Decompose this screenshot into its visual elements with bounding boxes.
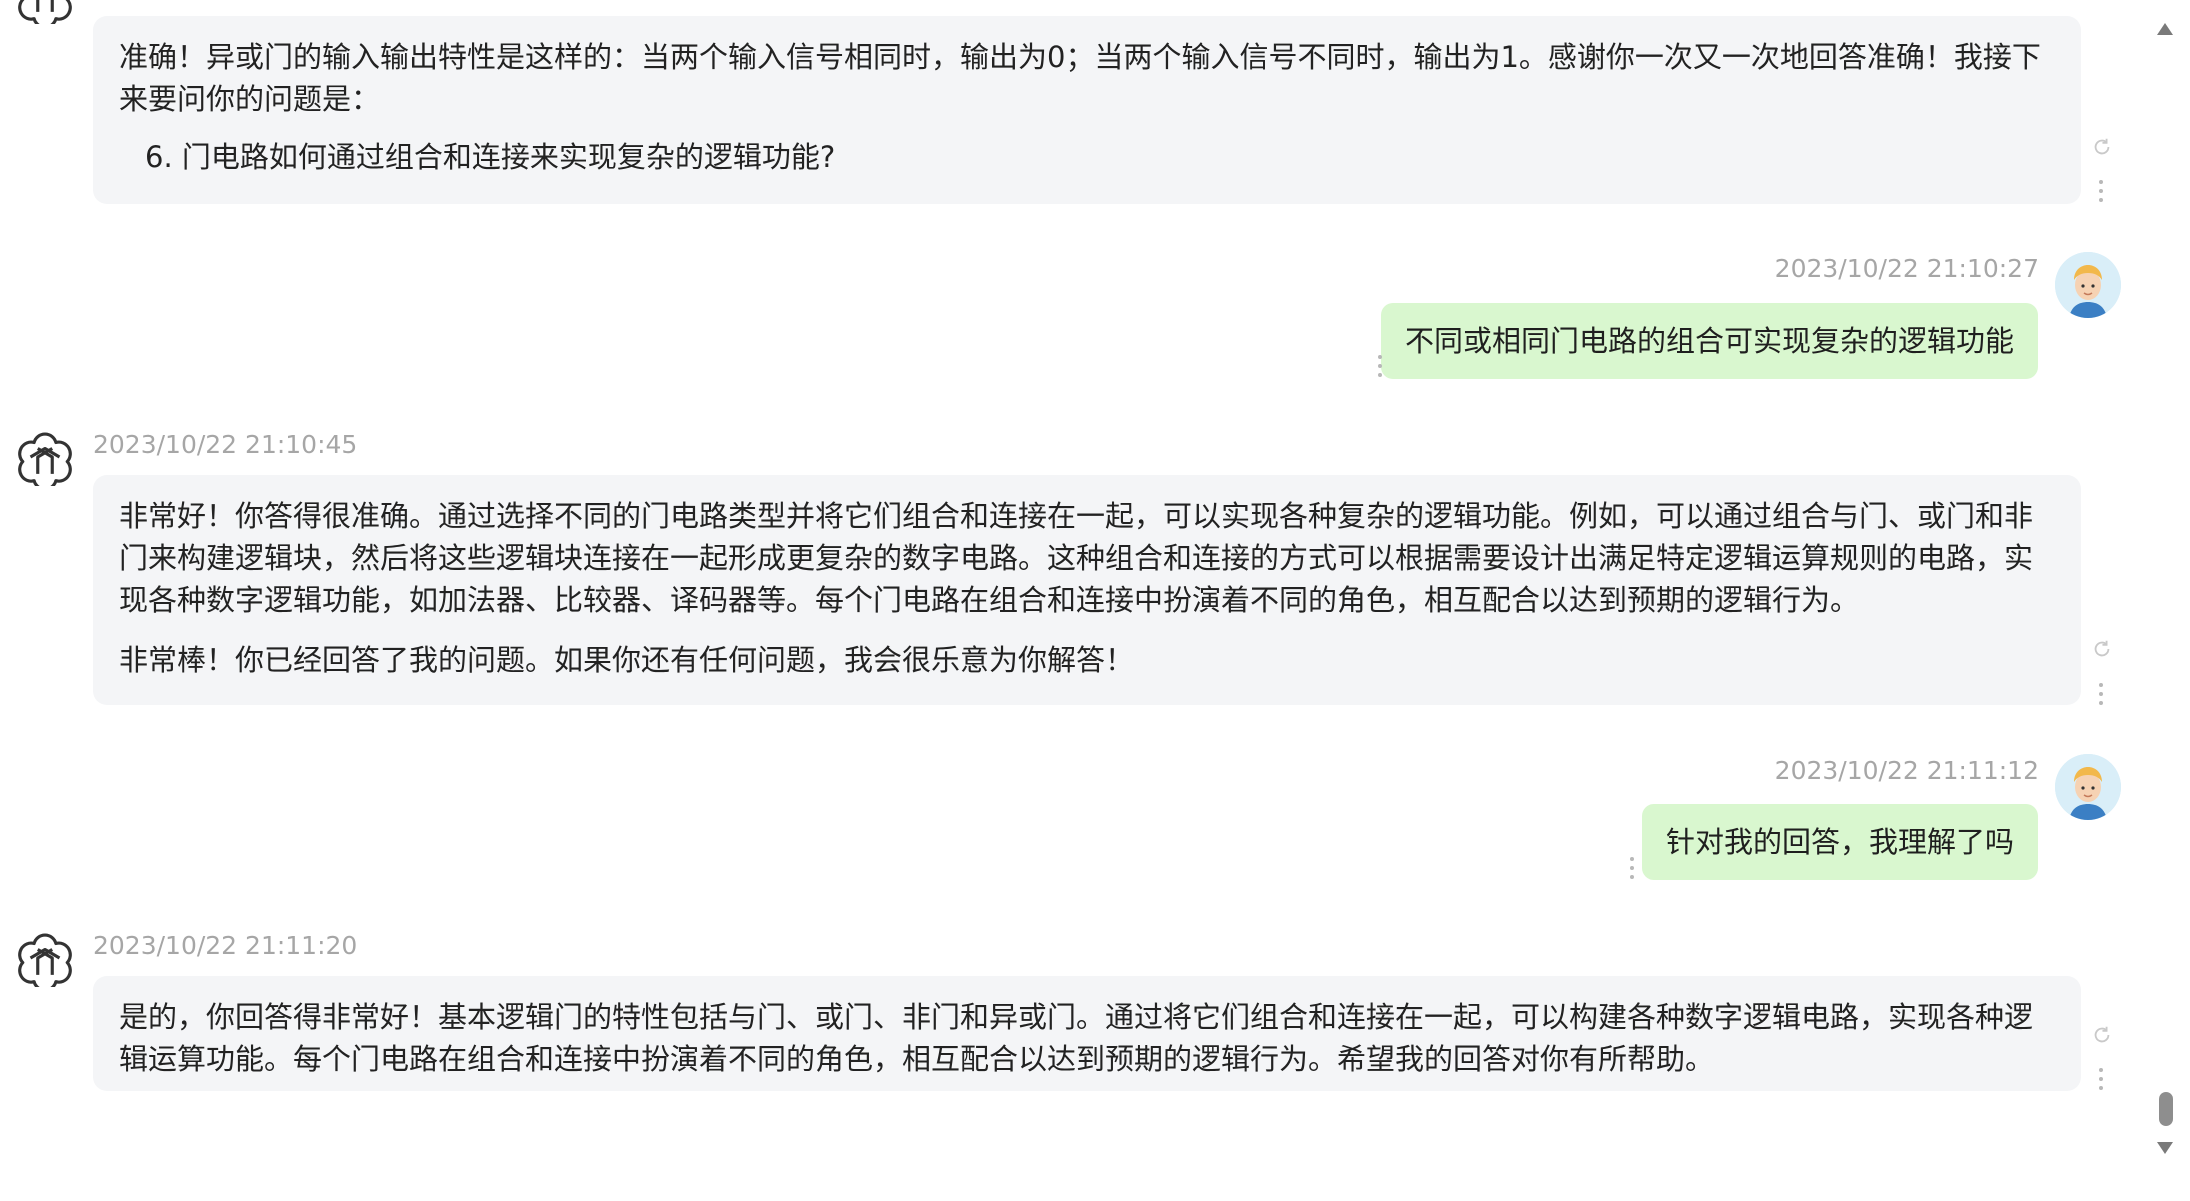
user-message-bubble: 不同或相同门电路的组合可实现复杂的逻辑功能 xyxy=(1380,303,2038,379)
more-vertical-icon[interactable] xyxy=(1375,355,1385,377)
scroll-down-arrow-icon[interactable] xyxy=(2156,1141,2174,1155)
more-vertical-icon[interactable] xyxy=(2096,180,2106,202)
openai-logo-icon xyxy=(18,432,72,486)
scroll-up-arrow-icon[interactable] xyxy=(2156,22,2174,36)
message-timestamp: 2023/10/22 21:11:12 xyxy=(1774,756,2039,785)
assistant-message-text: 是的，你回答得非常好！基本逻辑门的特性包括与门、或门、非门和异或门。通过将它们组… xyxy=(119,1000,2034,1076)
scrollbar-thumb[interactable] xyxy=(2159,1092,2173,1126)
assistant-message-text: 非常好！你答得很准确。通过选择不同的门电路类型并将它们组合和连接在一起，可以实现… xyxy=(119,499,2034,617)
refresh-icon[interactable] xyxy=(2091,638,2113,660)
assistant-message-text: 非常棒！你已经回答了我的问题。如果你还有任何问题，我会很乐意为你解答！ xyxy=(119,643,1135,677)
assistant-message-text: 准确！异或门的输入输出特性是这样的：当两个输入信号相同时，输出为0；当两个输入信… xyxy=(119,40,2041,116)
assistant-message-list-item: 6. 门电路如何通过组合和连接来实现复杂的逻辑功能? xyxy=(145,140,836,174)
user-avatar xyxy=(2055,252,2121,318)
user-avatar xyxy=(2055,754,2121,820)
more-vertical-icon[interactable] xyxy=(2096,1068,2106,1090)
refresh-icon[interactable] xyxy=(2091,136,2113,158)
message-timestamp: 2023/10/22 21:11:20 xyxy=(93,931,358,960)
message-timestamp: 2023/10/22 21:10:45 xyxy=(93,430,358,459)
openai-logo-icon xyxy=(18,933,72,987)
user-message-bubble: 针对我的回答，我理解了吗 xyxy=(1641,804,2038,880)
more-vertical-icon[interactable] xyxy=(2096,683,2106,705)
more-vertical-icon[interactable] xyxy=(1627,857,1637,879)
user-message-text: 不同或相同门电路的组合可实现复杂的逻辑功能 xyxy=(1404,324,2014,358)
message-timestamp: 2023/10/22 21:10:27 xyxy=(1774,254,2039,283)
assistant-message-bubble: 非常好！你答得很准确。通过选择不同的门电路类型并将它们组合和连接在一起，可以实现… xyxy=(93,475,2081,705)
vertical-scrollbar[interactable] xyxy=(2152,0,2178,1201)
refresh-icon[interactable] xyxy=(2091,1024,2113,1046)
assistant-message-bubble: 准确！异或门的输入输出特性是这样的：当两个输入信号相同时，输出为0；当两个输入信… xyxy=(93,16,2081,204)
user-message-text: 针对我的回答，我理解了吗 xyxy=(1665,825,2014,859)
openai-logo-icon xyxy=(18,0,72,24)
assistant-message-bubble: 是的，你回答得非常好！基本逻辑门的特性包括与门、或门、非门和异或门。通过将它们组… xyxy=(93,976,2081,1091)
